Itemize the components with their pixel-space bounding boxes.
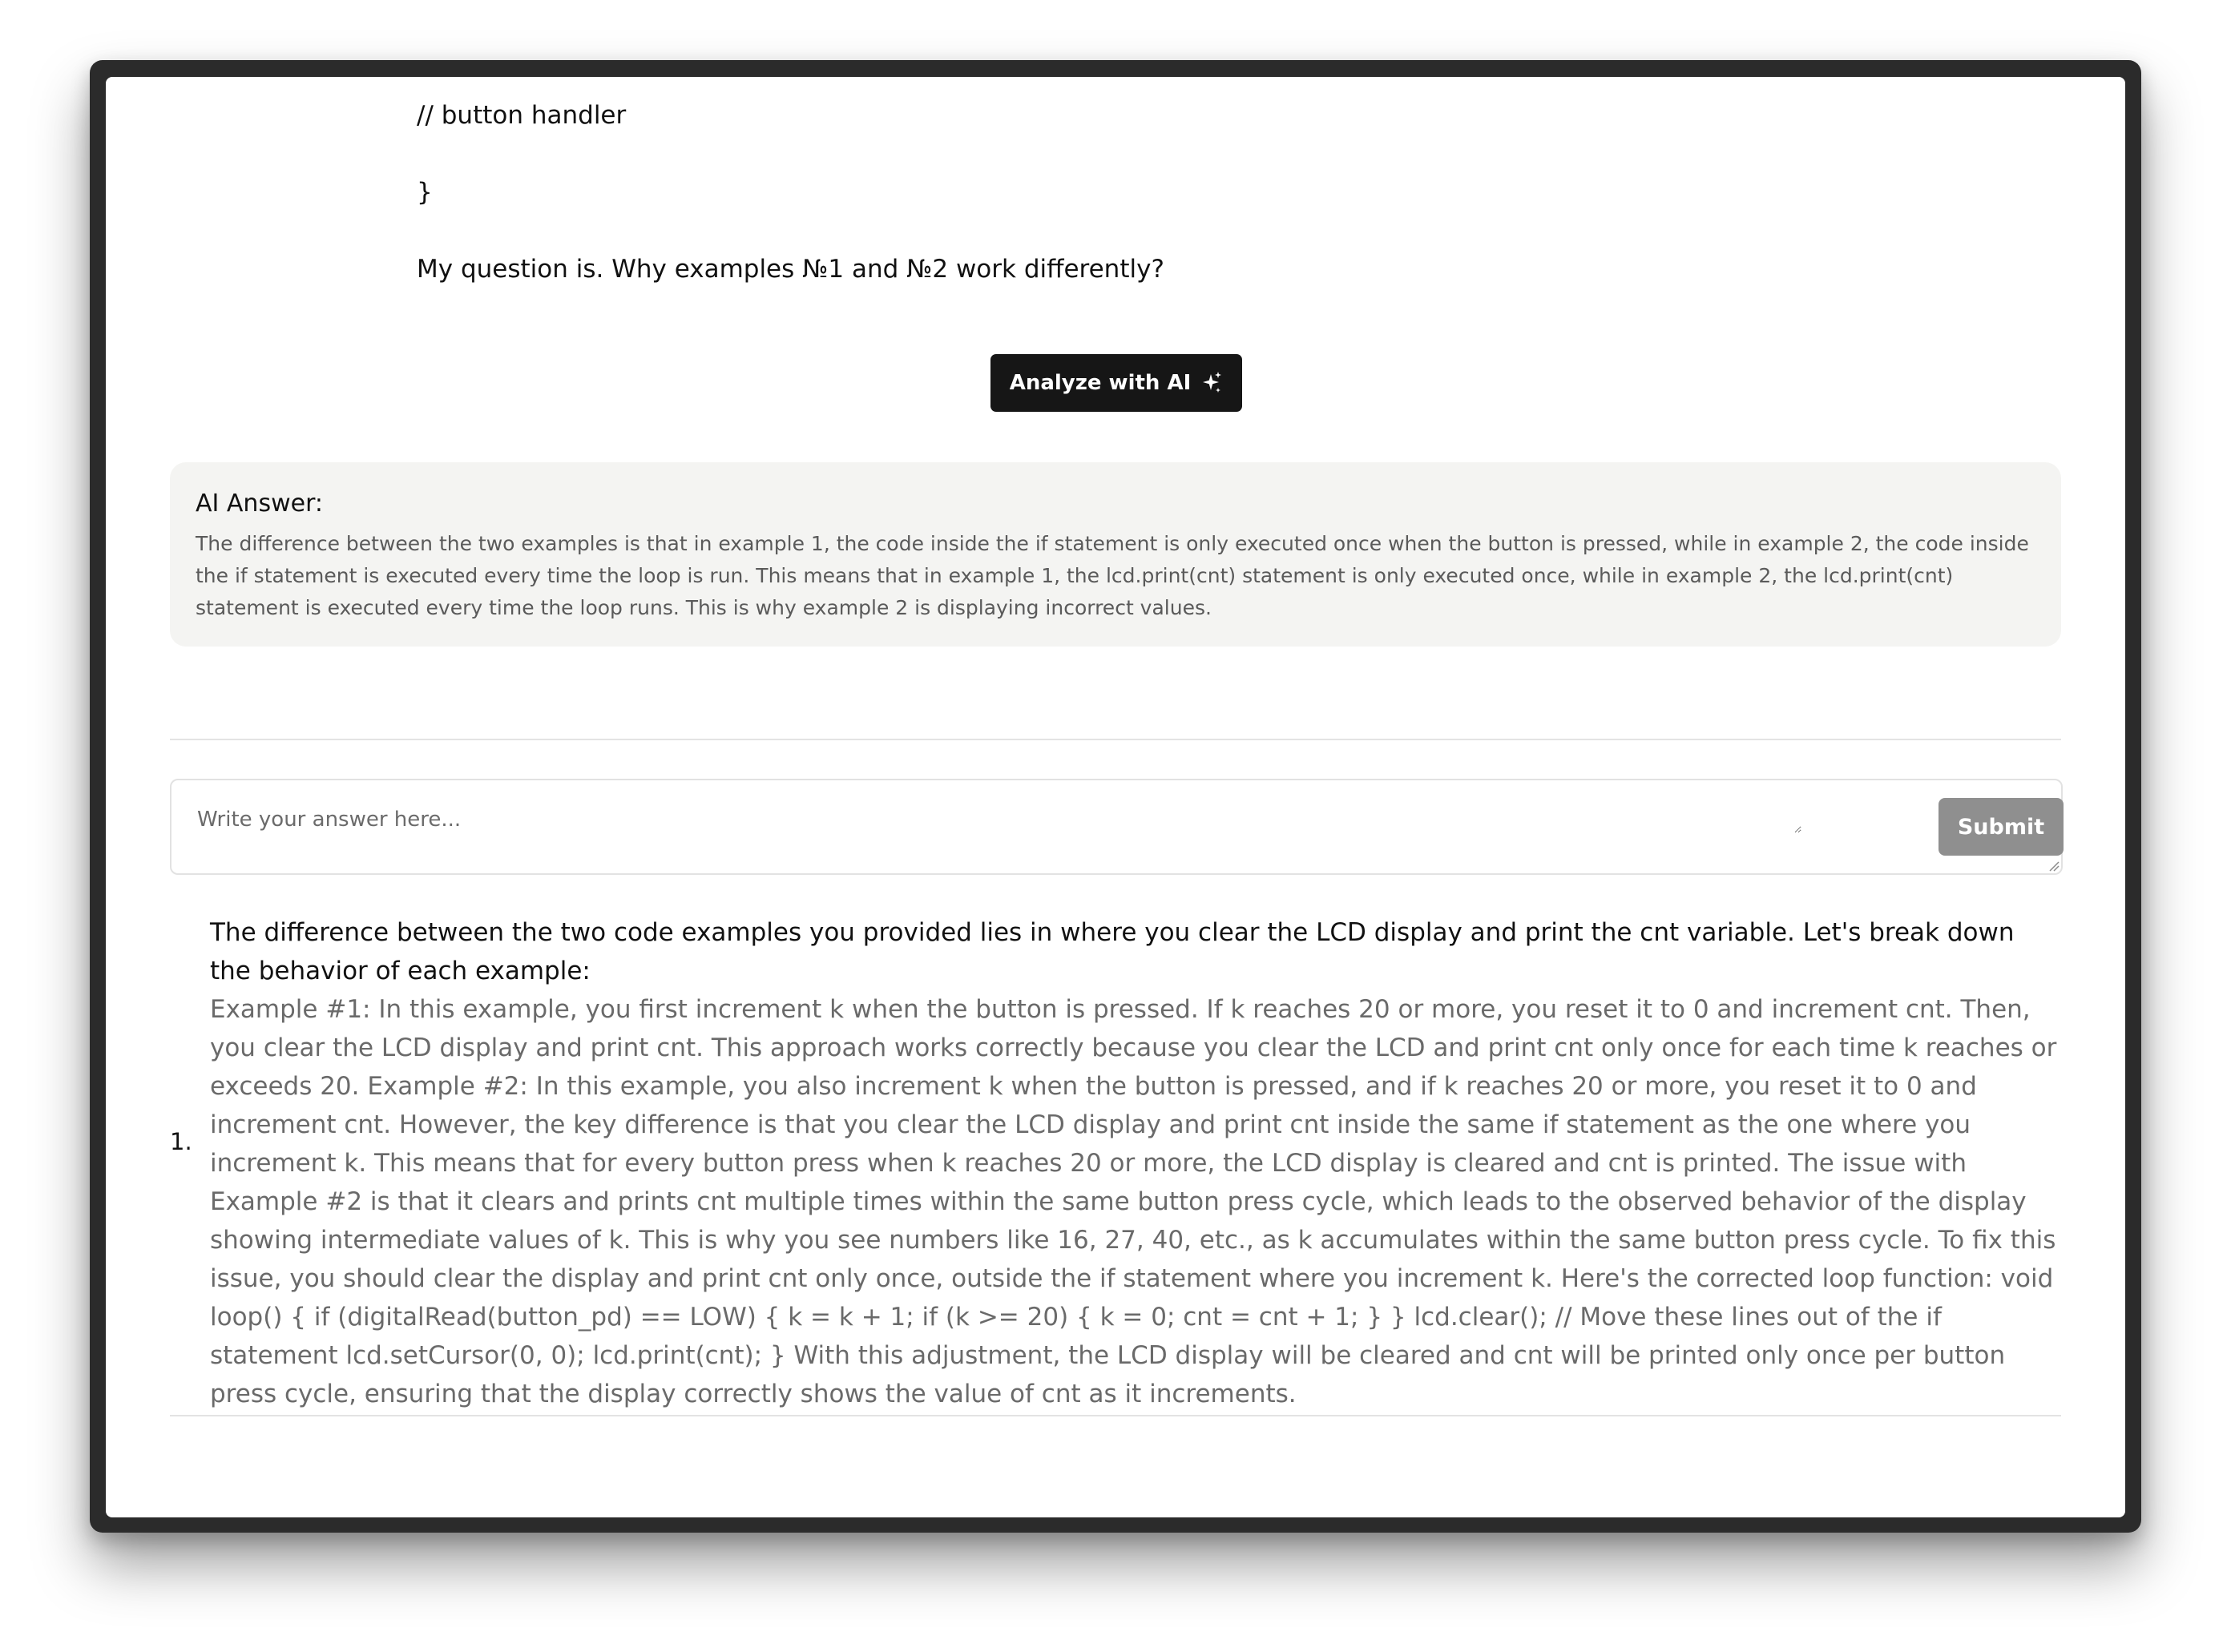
sparkle-icon (1203, 372, 1222, 393)
response-intro: The difference between the two code exam… (210, 918, 2015, 985)
answer-form: Submit (170, 779, 2064, 875)
question-text: My question is. Why examples №1 and №2 w… (417, 255, 1164, 284)
answer-textarea[interactable] (196, 806, 1801, 833)
section-divider (170, 739, 2061, 740)
analyze-with-ai-button[interactable]: Analyze with AI (990, 354, 1242, 412)
resize-handle-icon[interactable] (2047, 859, 2060, 872)
ai-answer-panel: AI Answer: The difference between the tw… (170, 462, 2061, 647)
code-closing-brace: } (417, 178, 433, 207)
question-page: // button handler } My question is. Why … (170, 77, 2064, 1517)
code-comment: // button handler (417, 101, 627, 130)
bottom-divider (170, 1415, 2061, 1416)
response-body: Example #1: In this example, you first i… (210, 995, 2057, 1408)
ai-answer-title: AI Answer: (196, 490, 323, 518)
ai-answer-text: The difference between the two examples … (196, 532, 2029, 619)
list-item-number: 1. (170, 1128, 192, 1155)
submit-button[interactable]: Submit (1939, 798, 2064, 856)
app-screen: // button handler } My question is. Why … (106, 77, 2125, 1517)
analyze-button-label: Analyze with AI (1009, 371, 1192, 395)
